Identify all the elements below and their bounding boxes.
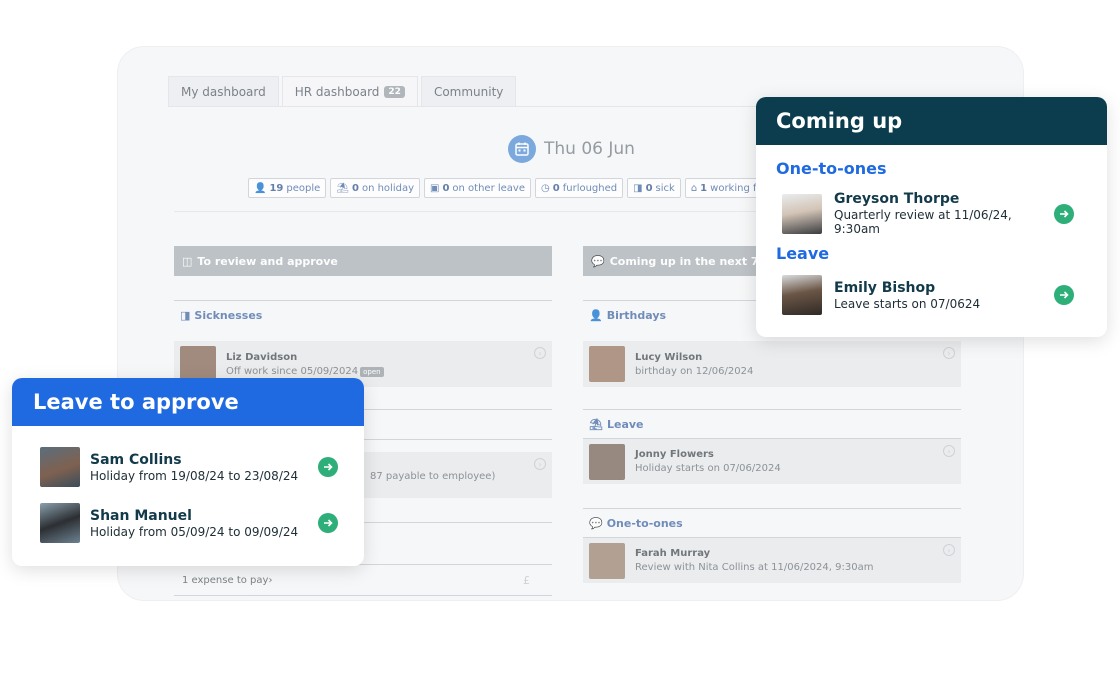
arrow-right-icon[interactable] [1054,285,1074,305]
umbrella-icon: ⛱ [589,417,603,431]
one-to-ones-title: 💬 One-to-ones [589,516,683,530]
tab-my-dashboard[interactable]: My dashboard [168,76,279,106]
leave-title: ⛱ Leave [589,417,644,431]
avatar [782,275,822,315]
avatar [40,503,80,543]
leave-card-title: Leave to approve [12,378,364,426]
stat-people[interactable]: 👤 19 people [248,178,327,198]
speech-bubble-icon: 💬 [589,516,603,530]
leave-request-item[interactable]: Shan Manuel Holiday from 05/09/24 to 09/… [40,503,338,543]
dashboard-tabs: My dashboard HR dashboard 22 Community [168,76,517,106]
stat-on-holiday[interactable]: ⛱ 0 on holiday [330,178,420,198]
leave-item[interactable]: Emily Bishop Leave starts on 07/0624 [782,275,1074,315]
person-icon: 👤 [254,182,267,194]
person-icon: 👤 [589,308,603,322]
leave-heading: Leave [776,244,830,263]
sicknesses-title: ◨ Sicknesses [180,308,263,322]
avatar [589,542,625,579]
clock-icon: ◷ [541,182,550,194]
leave-to-approve-card: Leave to approve Sam Collins Holiday fro… [12,378,364,566]
umbrella-icon: ⛱ [336,182,349,194]
one-to-ones-heading: One-to-ones [776,159,887,178]
chevron-right-icon[interactable]: › [534,458,546,470]
date-display: Thu 06 Jun [508,135,635,163]
list-item[interactable]: Lucy Wilson birthday on 12/06/2024 › [583,341,961,387]
coming-up-title: Coming up [756,97,1107,145]
tab-hr-dashboard[interactable]: HR dashboard 22 [281,76,418,106]
stat-other-leave[interactable]: ▣ 0 on other leave [424,178,532,198]
calendar-icon [508,135,536,163]
chevron-right-icon[interactable]: › [534,347,546,359]
one-to-ones-section: 💬 One-to-ones Farah Murray Review with Ni… [583,508,961,583]
arrow-right-icon[interactable] [318,457,338,477]
status-badge: open [360,366,384,377]
tab-community[interactable]: Community [420,76,517,106]
coming-up-card: Coming up One-to-ones Greyson Thorpe Qua… [756,97,1107,337]
list-item[interactable]: Farah Murray Review with Nita Collins at… [583,537,961,583]
stat-furloughed[interactable]: ◷ 0 furloughed [535,178,624,198]
sicknesses-section: ◨ Sicknesses Liz Davidson Off work since … [174,300,552,387]
chevron-right-icon[interactable]: › [268,575,272,586]
medical-bag-icon: ◨ [633,182,643,194]
arrow-right-icon[interactable] [318,513,338,533]
tab-count-badge: 22 [384,85,405,98]
avatar [589,346,625,382]
list-item[interactable]: Jonny Flowers Holiday starts on 07/06/20… [583,438,961,484]
home-icon: ⌂ [690,182,698,194]
avatar [589,443,625,480]
current-date: Thu 06 Jun [544,139,635,159]
one-to-one-item[interactable]: Greyson Thorpe Quarterly review at 11/06… [782,191,1074,236]
pound-icon: £ [523,573,530,587]
leave-section: ⛱ Leave Jonny Flowers Holiday starts on 0… [583,409,961,484]
chevron-right-icon[interactable]: › [943,445,955,457]
stats-bar: 👤 19 people ⛱ 0 on holiday ▣ 0 on other leave … [248,178,773,198]
medical-bag-icon: ◨ [180,308,191,322]
monitor-icon: ◫ [182,254,193,268]
avatar [180,346,216,382]
arrow-right-icon[interactable] [1054,203,1074,224]
avatar [40,447,80,487]
stat-sick[interactable]: ◨ 0 sick [627,178,681,198]
leave-request-item[interactable]: Sam Collins Holiday from 19/08/24 to 23/… [40,447,338,487]
calendar-small-icon: ▣ [430,182,440,194]
review-header: ◫ To review and approve [174,246,552,276]
avatar [782,193,822,234]
speech-bubble-icon: 💬 [591,254,605,268]
expense-row[interactable]: 1 expense to pay £ › [174,565,552,595]
chevron-right-icon[interactable]: › [943,544,955,556]
chevron-right-icon[interactable]: › [943,347,955,359]
